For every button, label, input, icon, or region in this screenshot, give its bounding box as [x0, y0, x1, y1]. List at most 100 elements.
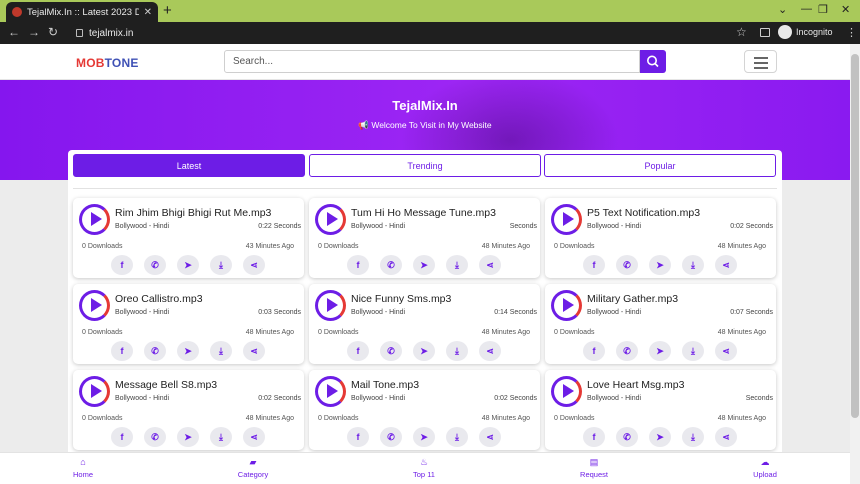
facebook-share-icon[interactable]: f [583, 255, 605, 275]
ringtone-card[interactable]: Message Bell S8.mp3 Bollywood - Hindi 0:02… [73, 370, 304, 450]
share-icon[interactable]: ⋖ [479, 255, 501, 275]
share-icon[interactable]: ⋖ [715, 341, 737, 361]
search-button[interactable] [640, 50, 666, 73]
whatsapp-share-icon[interactable]: ✆ [380, 427, 402, 447]
ringtone-title[interactable]: Nice Funny Sms.mp3 [351, 293, 451, 305]
ringtone-title[interactable]: Mail Tone.mp3 [351, 379, 419, 391]
whatsapp-share-icon[interactable]: ✆ [144, 427, 166, 447]
tab-trending[interactable]: Trending [309, 154, 541, 177]
play-icon[interactable] [79, 290, 110, 321]
nav-category[interactable]: ▰ Category [223, 457, 283, 479]
download-icon[interactable]: ⤓ [682, 341, 704, 361]
telegram-share-icon[interactable]: ➤ [413, 341, 435, 361]
ringtone-title[interactable]: Message Bell S8.mp3 [115, 379, 217, 391]
facebook-share-icon[interactable]: f [347, 427, 369, 447]
tab-latest[interactable]: Latest [73, 154, 305, 177]
ringtone-card[interactable]: Nice Funny Sms.mp3 Bollywood - Hindi 0:14 … [309, 284, 540, 364]
side-panel-icon[interactable] [760, 28, 770, 37]
share-icon[interactable]: ⋖ [243, 427, 265, 447]
facebook-share-icon[interactable]: f [111, 341, 133, 361]
whatsapp-share-icon[interactable]: ✆ [380, 255, 402, 275]
url-field[interactable]: tejalmix.in [70, 24, 750, 42]
tab-popular[interactable]: Popular [544, 154, 776, 177]
play-icon[interactable] [315, 376, 346, 407]
ringtone-card[interactable]: Rim Jhim Bhigi Bhigi Rut Me.mp3 Bollywood… [73, 198, 304, 278]
share-icon[interactable]: ⋖ [715, 427, 737, 447]
nav-home[interactable]: ⌂ Home [53, 457, 113, 479]
download-icon[interactable]: ⤓ [210, 255, 232, 275]
tab-close-icon[interactable]: ✕ [144, 7, 152, 18]
whatsapp-share-icon[interactable]: ✆ [616, 255, 638, 275]
new-tab-button[interactable]: + [163, 3, 172, 19]
ringtone-card[interactable]: Tum Hi Ho Message Tune.mp3 Bollywood - Hi… [309, 198, 540, 278]
close-window-icon[interactable]: ✕ [841, 3, 850, 16]
browser-menu-icon[interactable]: ⋮ [846, 26, 857, 39]
facebook-share-icon[interactable]: f [347, 341, 369, 361]
whatsapp-share-icon[interactable]: ✆ [380, 341, 402, 361]
download-icon[interactable]: ⤓ [682, 427, 704, 447]
play-icon[interactable] [551, 204, 582, 235]
minimize-icon[interactable]: — [801, 3, 812, 15]
logo[interactable]: MOBTONE [76, 56, 139, 70]
telegram-share-icon[interactable]: ➤ [177, 341, 199, 361]
share-icon[interactable]: ⋖ [479, 427, 501, 447]
browser-tab[interactable]: TejalMix.In :: Latest 2023 Dj Remi ✕ [6, 2, 158, 22]
ringtone-card[interactable]: Military Gather.mp3 Bollywood - Hindi 0:07… [545, 284, 776, 364]
download-icon[interactable]: ⤓ [682, 255, 704, 275]
ringtone-card[interactable]: P5 Text Notification.mp3 Bollywood - Hind… [545, 198, 776, 278]
nav-request[interactable]: ▤ Request [564, 457, 624, 479]
download-icon[interactable]: ⤓ [210, 341, 232, 361]
nav-top[interactable]: ♨ Top 11 [394, 457, 454, 479]
ringtone-title[interactable]: P5 Text Notification.mp3 [587, 207, 700, 219]
scrollbar-thumb[interactable] [851, 54, 859, 418]
ringtone-card[interactable]: Oreo Callistro.mp3 Bollywood - Hindi 0:03 … [73, 284, 304, 364]
share-icon[interactable]: ⋖ [715, 255, 737, 275]
telegram-share-icon[interactable]: ➤ [177, 255, 199, 275]
play-icon[interactable] [315, 204, 346, 235]
telegram-share-icon[interactable]: ➤ [649, 427, 671, 447]
facebook-share-icon[interactable]: f [583, 427, 605, 447]
page-scrollbar[interactable] [850, 44, 860, 484]
tab-search-icon[interactable]: ⌄ [778, 3, 787, 16]
share-icon[interactable]: ⋖ [243, 341, 265, 361]
whatsapp-share-icon[interactable]: ✆ [616, 341, 638, 361]
telegram-share-icon[interactable]: ➤ [413, 255, 435, 275]
facebook-share-icon[interactable]: f [347, 255, 369, 275]
telegram-share-icon[interactable]: ➤ [413, 427, 435, 447]
share-icon[interactable]: ⋖ [243, 255, 265, 275]
incognito-profile[interactable]: Incognito [778, 25, 833, 39]
bookmark-star-icon[interactable]: ☆ [736, 25, 747, 39]
whatsapp-share-icon[interactable]: ✆ [144, 255, 166, 275]
ringtone-card[interactable]: Love Heart Msg.mp3 Bollywood - Hindi Secon… [545, 370, 776, 450]
telegram-share-icon[interactable]: ➤ [649, 341, 671, 361]
facebook-share-icon[interactable]: f [111, 255, 133, 275]
ringtone-title[interactable]: Tum Hi Ho Message Tune.mp3 [351, 207, 496, 219]
nav-upload[interactable]: ☁ Upload [735, 457, 795, 479]
telegram-share-icon[interactable]: ➤ [177, 427, 199, 447]
forward-icon[interactable]: → [28, 25, 40, 39]
download-icon[interactable]: ⤓ [446, 427, 468, 447]
ringtone-title[interactable]: Oreo Callistro.mp3 [115, 293, 203, 305]
reload-icon[interactable]: ↻ [48, 25, 58, 39]
ringtone-card[interactable]: Mail Tone.mp3 Bollywood - Hindi 0:02 Secon… [309, 370, 540, 450]
back-icon[interactable]: ← [8, 25, 20, 39]
ringtone-title[interactable]: Rim Jhim Bhigi Bhigi Rut Me.mp3 [115, 207, 271, 219]
play-icon[interactable] [79, 204, 110, 235]
ringtone-title[interactable]: Love Heart Msg.mp3 [587, 379, 684, 391]
download-icon[interactable]: ⤓ [446, 255, 468, 275]
telegram-share-icon[interactable]: ➤ [649, 255, 671, 275]
whatsapp-share-icon[interactable]: ✆ [144, 341, 166, 361]
menu-toggle-button[interactable] [744, 50, 777, 73]
download-icon[interactable]: ⤓ [210, 427, 232, 447]
play-icon[interactable] [551, 290, 582, 321]
download-icon[interactable]: ⤓ [446, 341, 468, 361]
whatsapp-share-icon[interactable]: ✆ [616, 427, 638, 447]
search-input[interactable]: Search... [224, 50, 640, 73]
share-icon[interactable]: ⋖ [479, 341, 501, 361]
play-icon[interactable] [551, 376, 582, 407]
play-icon[interactable] [79, 376, 110, 407]
play-icon[interactable] [315, 290, 346, 321]
facebook-share-icon[interactable]: f [111, 427, 133, 447]
restore-icon[interactable]: ❐ [818, 3, 828, 16]
facebook-share-icon[interactable]: f [583, 341, 605, 361]
